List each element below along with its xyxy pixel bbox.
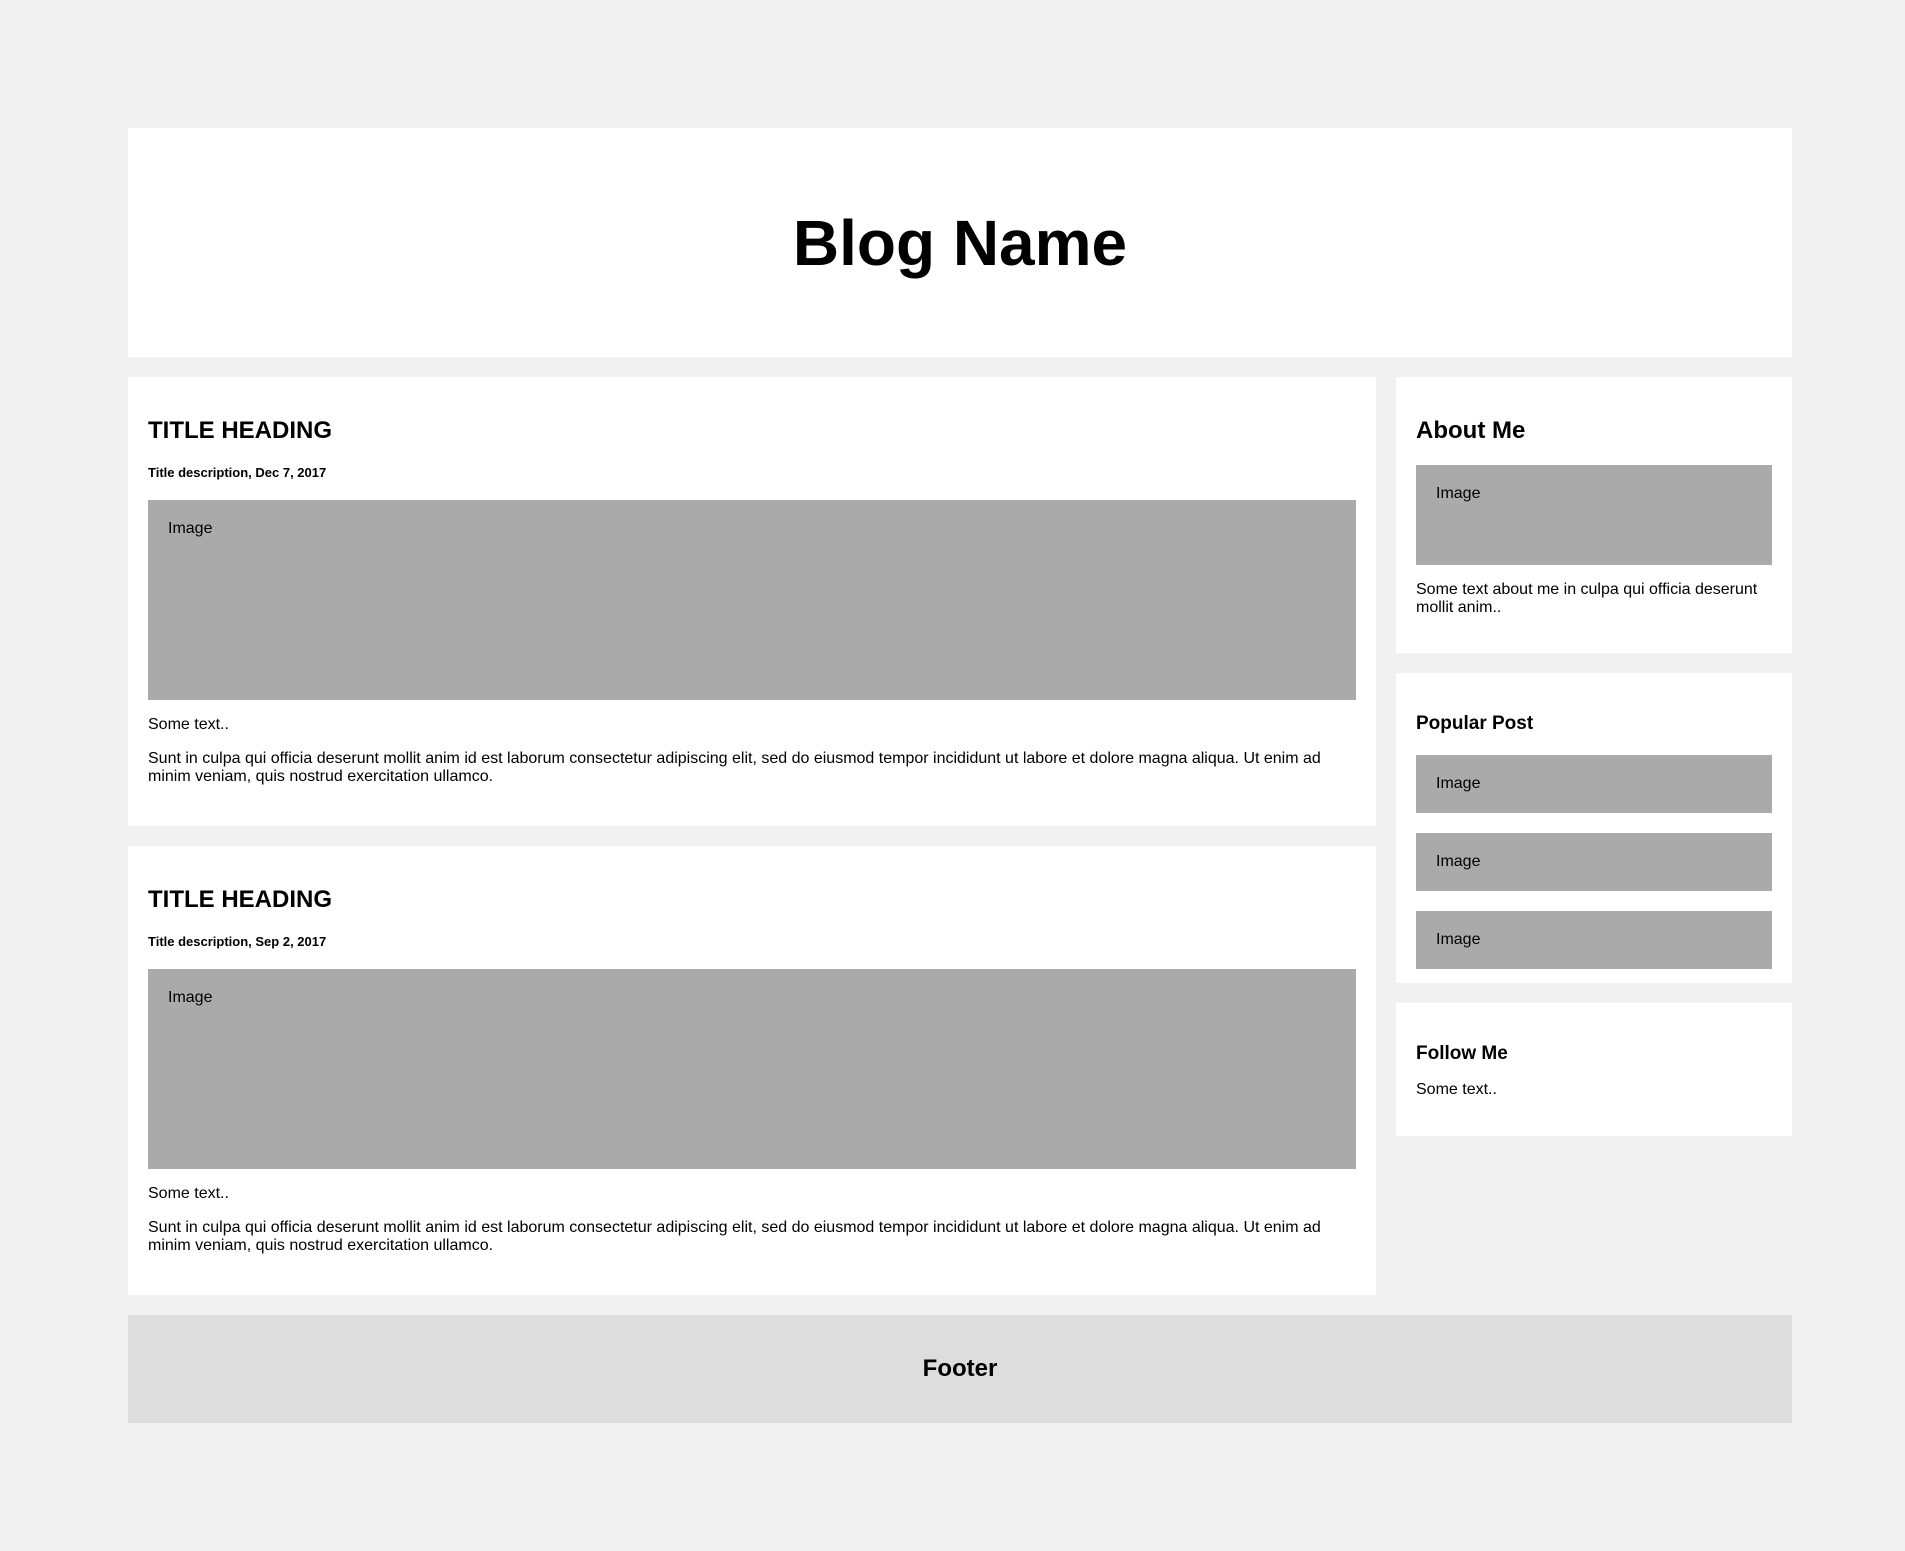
post-description: Title description, Dec 7, 2017 — [148, 464, 327, 480]
blog-header: Blog Name — [128, 128, 1792, 357]
content-row: TITLE HEADING Title description, Dec 7, … — [128, 377, 1792, 1315]
blog-title: Blog Name — [792, 206, 1128, 279]
post-card: TITLE HEADING Title description, Dec 7, … — [128, 377, 1376, 826]
sidebar: About Me Image Some text about me in cul… — [1396, 377, 1792, 1315]
popular-post-image-label: Image — [1436, 853, 1481, 870]
post-short-text: Some text.. — [148, 715, 229, 733]
follow-text: Some text.. — [1416, 1081, 1497, 1098]
popular-post-title: Popular Post — [1416, 713, 1534, 734]
post-image-label: Image — [168, 519, 213, 537]
post-card: TITLE HEADING Title description, Sep 2, … — [128, 846, 1376, 1295]
about-image-placeholder: Image — [1416, 465, 1772, 565]
page: Blog Name TITLE HEADING Title descriptio… — [128, 128, 1792, 1423]
about-card: About Me Image Some text about me in cul… — [1396, 377, 1792, 653]
popular-post-card: Popular Post Image Image Image — [1396, 673, 1792, 983]
post-description: Title description, Sep 2, 2017 — [148, 933, 327, 949]
about-text: Some text about me in culpa qui officia … — [1416, 581, 1758, 617]
popular-post-item[interactable]: Image — [1416, 911, 1772, 969]
popular-post-item[interactable]: Image — [1416, 755, 1772, 813]
footer: Footer — [128, 1315, 1792, 1423]
follow-title: Follow Me — [1416, 1043, 1508, 1064]
popular-post-image-label: Image — [1436, 775, 1481, 792]
about-title: About Me — [1416, 417, 1526, 444]
post-title: TITLE HEADING — [148, 417, 332, 444]
follow-card: Follow Me Some text.. — [1396, 1003, 1792, 1136]
post-short-text: Some text.. — [148, 1184, 229, 1202]
footer-title: Footer — [922, 1355, 998, 1382]
popular-post-image-label: Image — [1436, 931, 1481, 948]
post-body: Sunt in culpa qui officia deserunt molli… — [148, 1218, 1321, 1254]
post-body: Sunt in culpa qui officia deserunt molli… — [148, 749, 1321, 785]
post-image-placeholder: Image — [148, 499, 1356, 700]
main-column: TITLE HEADING Title description, Dec 7, … — [128, 377, 1376, 1315]
popular-post-item[interactable]: Image — [1416, 833, 1772, 891]
about-image-label: Image — [1436, 485, 1481, 502]
post-image-placeholder: Image — [148, 968, 1356, 1169]
post-title: TITLE HEADING — [148, 886, 332, 913]
post-image-label: Image — [168, 988, 213, 1006]
